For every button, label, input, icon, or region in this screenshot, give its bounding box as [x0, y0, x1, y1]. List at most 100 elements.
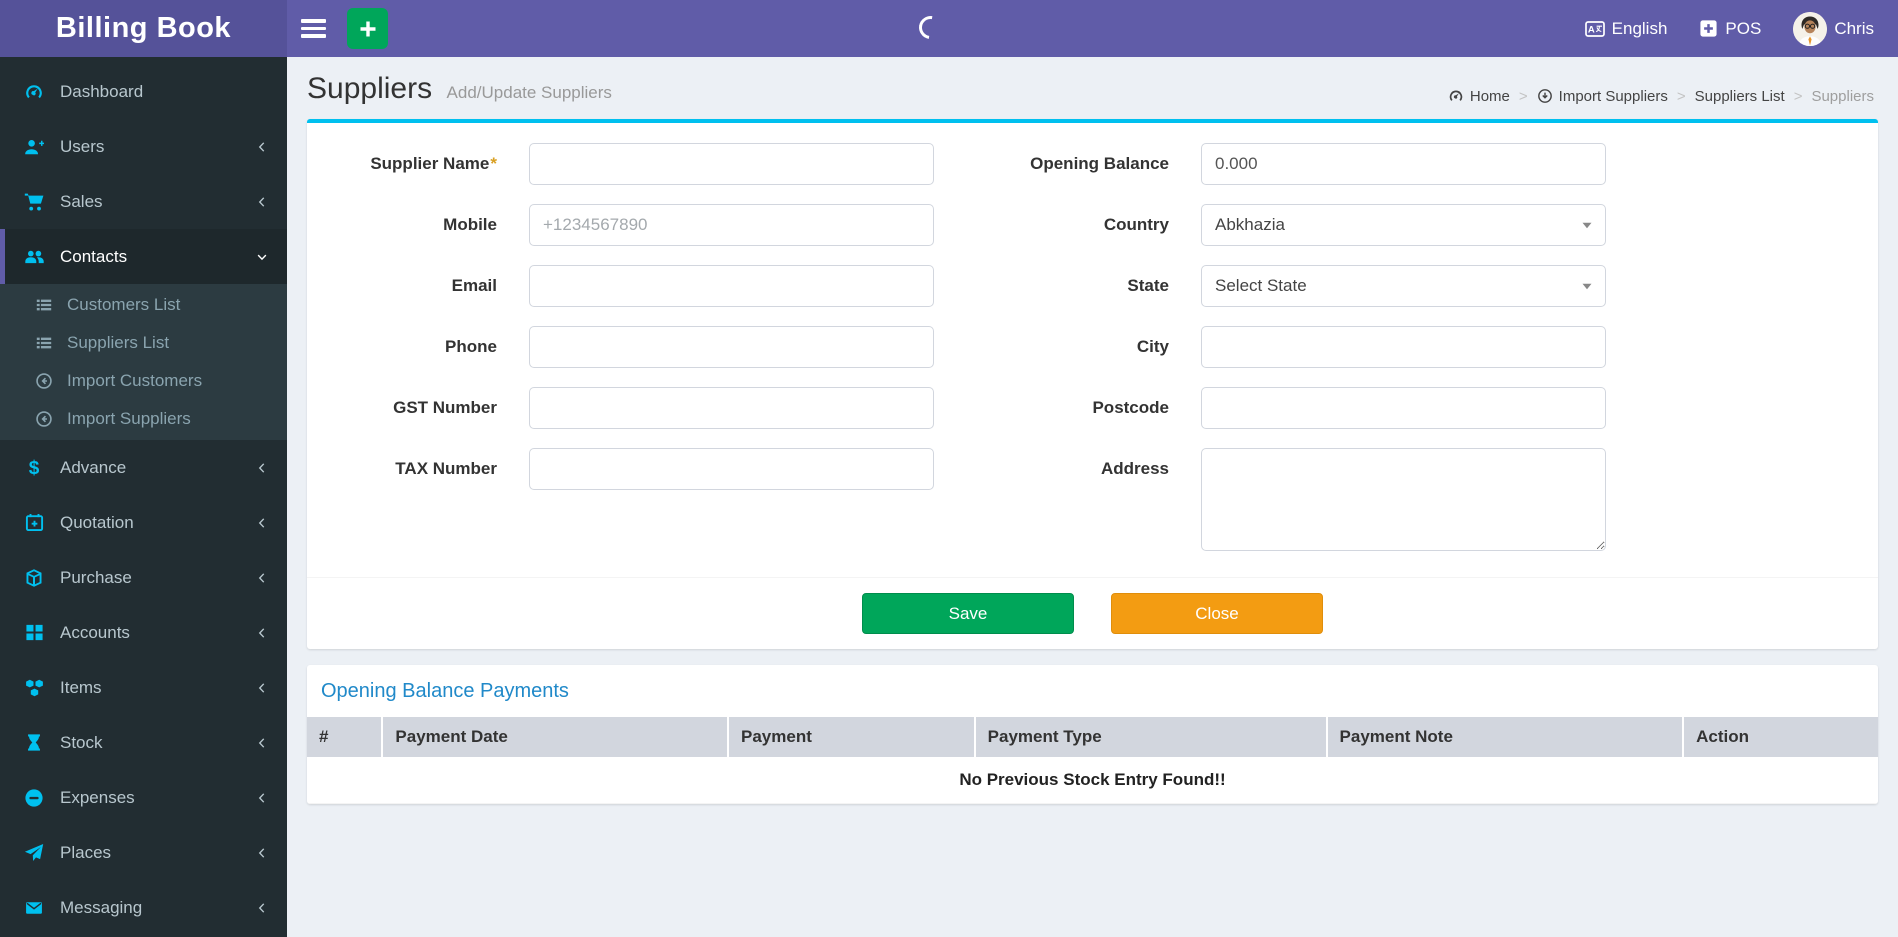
sidebar-item-customers-list[interactable]: Customers List — [0, 286, 287, 324]
sidebar-item-places[interactable]: Places — [0, 825, 287, 880]
sidebar-item-suppliers-list[interactable]: Suppliers List — [0, 324, 287, 362]
sidebar-item-sales[interactable]: Sales — [0, 174, 287, 229]
sidebar-item-purchase[interactable]: Purchase — [0, 550, 287, 605]
form-footer: Save Close — [307, 577, 1878, 649]
chevron-left-icon — [255, 846, 269, 860]
chevron-left-icon — [255, 195, 269, 209]
chevron-left-icon — [255, 736, 269, 750]
sidebar-item-label: Items — [60, 677, 102, 697]
username: Chris — [1834, 18, 1874, 38]
save-button[interactable]: Save — [862, 593, 1074, 634]
sidebar-item-import-customers[interactable]: Import Customers — [0, 362, 287, 400]
hourglass-icon — [21, 733, 47, 752]
sidebar-item-label: Users — [60, 136, 105, 156]
menu-toggle-button[interactable] — [287, 0, 339, 57]
postcode-field[interactable] — [1201, 387, 1606, 429]
breadcrumb-separator: > — [1518, 87, 1528, 105]
sidebar-item-stock[interactable]: Stock — [0, 715, 287, 770]
email-label: Email — [451, 276, 497, 295]
sidebar-item-messaging[interactable]: Messaging — [0, 880, 287, 935]
envelope-icon — [21, 899, 47, 917]
tax-number-field[interactable] — [529, 448, 934, 490]
sidebar-item-label: Sales — [60, 191, 103, 211]
sidebar-item-dashboard[interactable]: Dashboard — [0, 64, 287, 119]
sidebar-item-label: Advance — [60, 457, 127, 477]
list-icon — [32, 296, 56, 314]
col-index: # — [307, 717, 384, 757]
address-label: Address — [1100, 459, 1169, 478]
chevron-left-icon — [255, 791, 269, 805]
chevron-down-icon — [255, 250, 269, 264]
country-select[interactable]: Abkhazia — [1201, 204, 1606, 246]
page-title: Suppliers — [307, 72, 433, 105]
chevron-left-icon — [255, 571, 269, 585]
page-title-wrap: Suppliers Add/Update Suppliers — [307, 72, 612, 106]
sidebar-item-contacts[interactable]: Contacts — [0, 229, 287, 284]
breadcrumb-import-suppliers[interactable]: Import Suppliers — [1537, 88, 1668, 105]
sidebar-item-quotation[interactable]: Quotation — [0, 495, 287, 550]
main-content: Suppliers Add/Update Suppliers Home > Im… — [287, 57, 1898, 937]
tax-number-label: TAX Number — [395, 459, 497, 478]
breadcrumb-home[interactable]: Home — [1448, 88, 1510, 105]
caret-down-icon — [1582, 283, 1592, 290]
sidebar-item-advance[interactable]: $ Advance — [0, 440, 287, 495]
mobile-field[interactable] — [529, 204, 934, 246]
users-icon — [21, 247, 47, 267]
quick-add-button[interactable] — [347, 8, 388, 49]
plus-icon — [360, 21, 375, 36]
sidebar-item-label: Purchase — [60, 567, 132, 587]
language-menu[interactable]: A English — [1584, 19, 1667, 39]
breadcrumb-separator: > — [1676, 87, 1686, 105]
navbar: A English POS Chris — [287, 0, 1898, 57]
top-header: Billing Book A English POS Chris — [0, 0, 1898, 57]
contacts-submenu: Customers List Suppliers List Import Cus… — [0, 284, 287, 440]
sidebar-item-accounts[interactable]: Accounts — [0, 605, 287, 660]
state-label: State — [1127, 276, 1169, 295]
content-header: Suppliers Add/Update Suppliers Home > Im… — [287, 57, 1898, 119]
calendar-icon — [21, 513, 47, 532]
address-field[interactable] — [1201, 448, 1606, 551]
submenu-item-label: Import Suppliers — [67, 409, 191, 428]
page-subtitle: Add/Update Suppliers — [446, 83, 612, 102]
arrow-circle-left-icon — [32, 372, 56, 390]
user-plus-icon — [21, 137, 47, 157]
supplier-name-label: Supplier Name* — [370, 154, 497, 173]
supplier-name-field[interactable] — [529, 143, 934, 185]
arrow-circle-down-icon — [1537, 89, 1552, 103]
sidebar-item-items[interactable]: Items — [0, 660, 287, 715]
gst-number-field[interactable] — [529, 387, 934, 429]
submenu-item-label: Import Customers — [67, 371, 203, 390]
svg-text:A: A — [1588, 24, 1595, 35]
minus-circle-icon — [21, 788, 47, 808]
payments-table: # Payment Date Payment Payment Type Paym… — [307, 717, 1878, 804]
empty-message: No Previous Stock Entry Found!! — [307, 757, 1878, 804]
user-menu[interactable]: Chris — [1793, 11, 1874, 46]
sidebar-item-label: Messaging — [60, 897, 143, 917]
payments-table-header-row: # Payment Date Payment Payment Type Paym… — [307, 717, 1878, 757]
chevron-left-icon — [255, 516, 269, 530]
breadcrumb-separator: > — [1793, 87, 1803, 105]
opening-balance-label: Opening Balance — [1030, 154, 1169, 173]
pos-label: POS — [1725, 18, 1762, 38]
close-button[interactable]: Close — [1111, 593, 1323, 634]
sidebar-item-expenses[interactable]: Expenses — [0, 770, 287, 825]
sidebar-item-import-suppliers[interactable]: Import Suppliers — [0, 400, 287, 438]
pos-button[interactable]: POS — [1699, 19, 1761, 39]
breadcrumb-suppliers-list[interactable]: Suppliers List — [1695, 88, 1785, 105]
city-field[interactable] — [1201, 326, 1606, 368]
col-payment: Payment — [728, 717, 976, 757]
arrow-circle-left-icon — [32, 410, 56, 428]
sidebar: Dashboard Users Sales Contacts Customers… — [0, 57, 287, 937]
email-field[interactable] — [529, 265, 934, 307]
navbar-right: A English POS Chris — [1584, 11, 1898, 46]
app-logo[interactable]: Billing Book — [0, 0, 287, 57]
postcode-label: Postcode — [1092, 398, 1169, 417]
language-icon: A — [1584, 20, 1605, 37]
sidebar-item-users[interactable]: Users — [0, 119, 287, 174]
sidebar-item-label: Contacts — [60, 246, 128, 266]
state-select[interactable]: Select State — [1201, 265, 1606, 307]
chevron-left-icon — [255, 626, 269, 640]
phone-field[interactable] — [529, 326, 934, 368]
svg-text:$: $ — [29, 458, 40, 478]
opening-balance-field[interactable] — [1201, 143, 1606, 185]
